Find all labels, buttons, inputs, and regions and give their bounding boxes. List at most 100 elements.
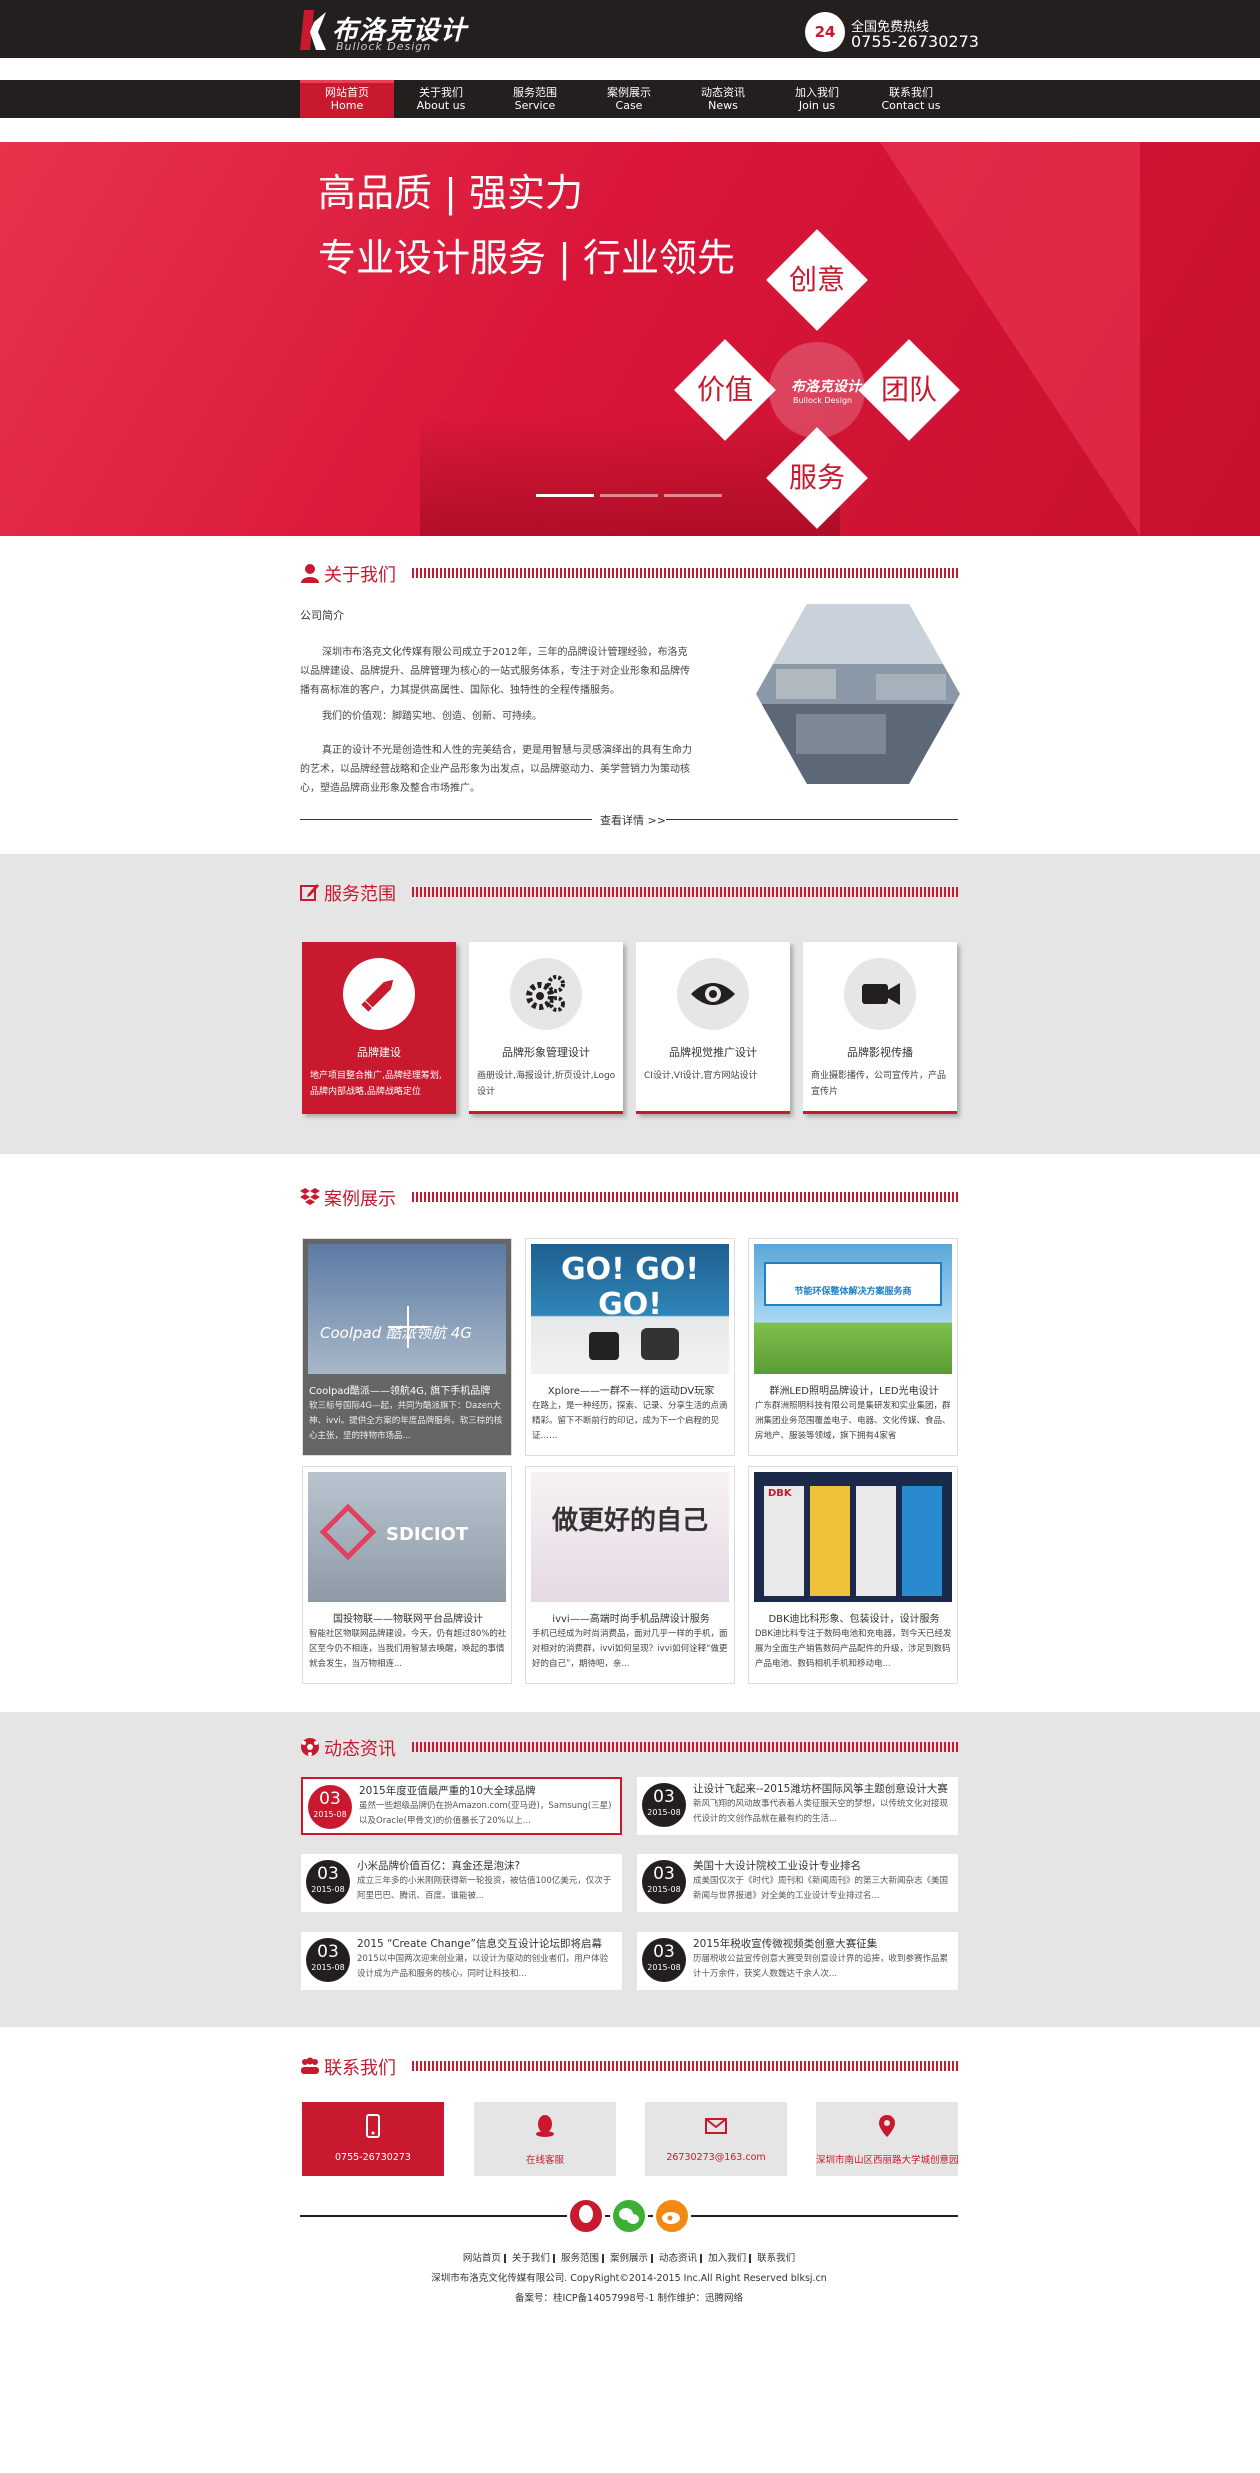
case-desc: 手机已经成为时尚消费品，面对几乎一样的手机，面对相对的消费群，ivvi如何呈现？…	[532, 1629, 728, 1669]
case-card-qunzhou[interactable]: 节能环保整体解决方案服务商 群洲LED照明品牌设计，LED光电设计 广东群洲照明…	[748, 1238, 958, 1456]
wechat-icon[interactable]	[610, 2197, 648, 2235]
hero-banner: 高品质 | 强实力 专业设计服务 | 行业领先 创意 价值 团队 服务 布洛克设…	[0, 142, 1260, 536]
case-desc: 广东群洲照明科技有限公司是集研发和实业集团，群洲集团业务范围覆盖电子、电器、文化…	[755, 1401, 951, 1441]
weibo-icon[interactable]	[653, 2197, 691, 2235]
section-title-text: 服务范围	[324, 884, 396, 905]
news-day: 03	[317, 1942, 339, 1962]
news-day: 03	[653, 1864, 675, 1884]
section-title-text: 关于我们	[324, 565, 396, 586]
slider-dot-2[interactable]	[600, 494, 658, 497]
contact-phone[interactable]: 0755-26730273	[302, 2102, 444, 2176]
news-date-badge: 03 2015-08	[308, 1785, 352, 1829]
about-section-title: 关于我们	[300, 561, 958, 586]
news-desc: 虽然一些超级品牌仍在扮Amazon.com(亚马逊)，Samsung(三星)以及…	[359, 1801, 612, 1826]
news-item[interactable]: 03 2015-08 2015年税收宣传微视频类创意大赛征集 历届税收公益宣传创意…	[637, 1932, 958, 1990]
divider-line	[666, 819, 958, 820]
footer-link[interactable]: 网站首页	[463, 2253, 501, 2264]
news-section-title: 动态资讯	[300, 1735, 958, 1760]
service-card-video[interactable]: 品牌影视传播 商业摄影播传，公司宣传片，产品宣传片	[803, 942, 957, 1114]
service-title: 品牌影视传播	[847, 1046, 913, 1059]
footer-link[interactable]: 关于我们	[512, 2253, 550, 2264]
package-graphic	[810, 1486, 850, 1596]
news-desc: 新风飞翔的风动故事代表着人类征服天空的梦想，以传统文化对接现代设计的文创作品就在…	[693, 1799, 949, 1824]
banner-word-value: 价值	[696, 373, 753, 406]
case-card-coolpad[interactable]: Coolpad 酷派领航 4G Coolpad酷派——领航4G, 旗下手机品牌 …	[302, 1238, 512, 1456]
nav-label-en: Case	[615, 99, 643, 112]
news-month: 2015-08	[311, 1885, 345, 1894]
nav-label-cn: 动态资讯	[701, 86, 745, 99]
nav-label-en: Contact us	[881, 99, 941, 112]
news-item[interactable]: 03 2015-08 小米品牌价值百亿：真金还是泡沫? 成立三年多的小米刚刚获得新…	[301, 1854, 622, 1912]
camera-graphic	[589, 1332, 619, 1360]
news-title: 小米品牌价值百亿：真金还是泡沫?	[357, 1860, 521, 1872]
contact-email[interactable]: 26730273@163.com	[645, 2102, 787, 2176]
case-image: 节能环保整体解决方案服务商	[754, 1244, 952, 1374]
case-card-sdiciot[interactable]: SDICIOT 国投物联——物联网平台品牌设计 智能社区物联网品牌建设。今天，仍…	[302, 1466, 512, 1684]
phone-icon	[366, 2114, 380, 2138]
news-day: 03	[653, 1942, 675, 1962]
top-header: 布洛克设计 Bullock Design 24 全国免费热线 0755-2673…	[0, 0, 1260, 58]
services-section-title: 服务范围	[300, 880, 958, 905]
news-item[interactable]: 03 2015-08 让设计飞起来--2015潍坊杯国际风筝主题创意设计大赛 新风…	[637, 1777, 958, 1835]
nav-home[interactable]: 网站首页 Home	[300, 80, 394, 118]
news-month: 2015-08	[311, 1963, 345, 1972]
case-title: 群洲LED照明品牌设计，LED光电设计	[769, 1386, 939, 1397]
dropbox-icon	[300, 1188, 320, 1205]
service-card-brand[interactable]: 品牌建设 地产项目整合推广,品牌经理筹划,品牌内部战略,品牌战略定位	[302, 942, 456, 1114]
footer-link[interactable]: 加入我们	[708, 2253, 746, 2264]
nav-service[interactable]: 服务范围 Service	[488, 80, 582, 118]
contact-text: 0755-26730273	[335, 2152, 411, 2163]
case-card-xplore[interactable]: GO! GO! GO! Xplore——一群不一样的运动DV玩家 在路上，是一种…	[525, 1238, 735, 1456]
service-card-visual[interactable]: 品牌视觉推广设计 CI设计,VI设计,官方网站设计	[636, 942, 790, 1114]
nav-label-en: Home	[330, 99, 364, 112]
edit-icon	[300, 884, 319, 901]
service-card-image-management[interactable]: 品牌形象管理设计 画册设计,海报设计,折页设计,Logo设计	[469, 942, 623, 1114]
news-item[interactable]: 03 2015-08 2015 “Create Change”信息交互设计论坛即将…	[301, 1932, 622, 1990]
news-desc: 成立三年多的小米刚刚获得新一轮投资，被估值100亿美元，仅次于阿里巴巴、腾讯、百…	[357, 1876, 612, 1901]
case-title: 国投物联——物联网平台品牌设计	[333, 1614, 483, 1625]
footer-link[interactable]: 服务范围	[561, 2253, 599, 2264]
about-paragraph-1: 深圳市布洛克文化传媒有限公司成立于2012年，三年的品牌设计管理经验，布洛克以品…	[300, 647, 690, 696]
news-title: 美国十大设计院校工业设计专业排名	[693, 1860, 861, 1872]
qq-share-icon[interactable]	[567, 2197, 605, 2235]
logo-subtext: Bullock Design	[336, 40, 432, 53]
footer-link[interactable]: 动态资讯	[659, 2253, 697, 2264]
section-title-text: 动态资讯	[324, 1739, 396, 1760]
case-title: DBK迪比科形象、包装设计，设计服务	[768, 1614, 940, 1625]
case-card-dbk[interactable]: DBK DBK迪比科形象、包装设计，设计服务 DBK迪比科专注于数码电池和充电器…	[748, 1466, 958, 1684]
case-image-text: GO! GO! GO!	[560, 1252, 700, 1322]
news-item[interactable]: 03 2015-08 2015年度亚值最严重的10大全球品牌 虽然一些超级品牌仍在…	[301, 1777, 622, 1835]
about-more-link[interactable]: 查看详情 >>	[600, 812, 666, 828]
contact-text: 在线客服	[525, 2155, 564, 2166]
nav-news[interactable]: 动态资讯 News	[676, 80, 770, 118]
news-month: 2015-08	[647, 1885, 681, 1894]
footer-link[interactable]: 联系我们	[757, 2253, 795, 2264]
contact-online-service[interactable]: 在线客服	[474, 2102, 616, 2176]
divider-line	[300, 819, 592, 820]
user-icon	[301, 564, 319, 583]
site-logo[interactable]: 布洛克设计 Bullock Design	[300, 6, 470, 54]
slider-dot-3[interactable]	[664, 494, 722, 497]
case-card-ivvi[interactable]: 做更好的自己 ivvi——高端时尚手机品牌设计服务 手机已经成为时尚消费品，面对…	[525, 1466, 735, 1684]
title-pattern-line	[412, 2061, 958, 2071]
footer-link[interactable]: 案例展示	[610, 2253, 648, 2264]
package-graphic	[902, 1486, 942, 1596]
nav-label-cn: 服务范围	[513, 86, 557, 99]
nav-label-en: About us	[416, 99, 466, 112]
nav-contact[interactable]: 联系我们 Contact us	[864, 80, 958, 118]
news-desc: 2015以中国两次迎来创业潮，以设计为驱动的创业者们，用户体验设计成为产品和服务…	[357, 1954, 609, 1979]
slider-dot-1[interactable]	[536, 494, 594, 497]
pencil-icon	[343, 958, 415, 1030]
nav-case[interactable]: 案例展示 Case	[582, 80, 676, 118]
nav-about[interactable]: 关于我们 About us	[394, 80, 488, 118]
banner-subheadline: 专业设计服务 | 行业领先	[318, 236, 735, 280]
banner-word-service: 服务	[788, 461, 845, 494]
case-image-text: 做更好的自己	[551, 1506, 708, 1536]
case-image-text: 节能环保整体解决方案服务商	[794, 1287, 912, 1297]
news-item[interactable]: 03 2015-08 美国十大设计院校工业设计专业排名 成美国仅次于《时代》周刊和…	[637, 1854, 958, 1912]
nav-label-cn: 案例展示	[607, 86, 651, 99]
case-image-text: DBK	[768, 1488, 792, 1499]
nav-join[interactable]: 加入我们 Join us	[770, 80, 864, 118]
contact-address[interactable]: 深圳市南山区西丽路大学城创意园	[816, 2102, 959, 2176]
title-pattern-line	[412, 1192, 958, 1202]
